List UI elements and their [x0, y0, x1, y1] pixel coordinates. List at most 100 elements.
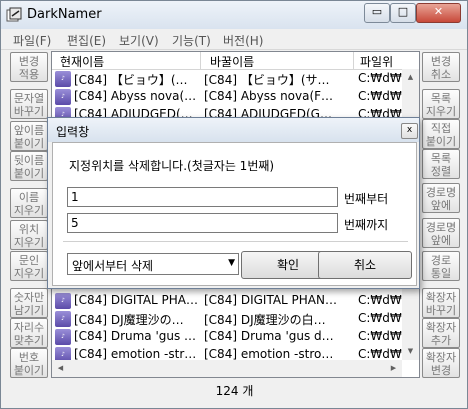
cell-current-name: [C84] emotion -str…	[74, 347, 197, 361]
clear-list-button[interactable]: 목록 지우기	[422, 89, 460, 119]
scroll-left-icon[interactable]: ◀	[53, 361, 68, 376]
scroll-right-icon[interactable]: ▶	[386, 361, 401, 376]
button-label: 위치	[18, 223, 40, 236]
button-label: 붙이기	[13, 364, 45, 377]
direct-paste-button[interactable]: 직접 붙이기	[422, 119, 460, 149]
menu-bar: 파일(F) 편집(E) 보기(V) 기능(T) 버전(H)	[1, 29, 467, 50]
sort-list-button[interactable]: 목록 정렬	[422, 149, 460, 179]
path-prefix-button[interactable]: 경로명 앞에	[422, 183, 460, 213]
end-position-field[interactable]: 5	[67, 213, 338, 233]
music-file-icon: ♪	[55, 71, 71, 87]
button-label: 뒷이름	[13, 154, 45, 167]
add-number-button[interactable]: 번호 붙이기	[10, 348, 48, 378]
music-file-icon: ♪	[55, 329, 71, 345]
dialog-title: 입력창	[56, 125, 90, 139]
button-label: 남기기	[13, 304, 45, 317]
title-bar: DarkNamer ▭ □ ✕	[1, 1, 467, 29]
chevron-down-icon: ▼	[228, 258, 235, 268]
app-icon	[6, 7, 22, 22]
pad-digits-button[interactable]: 자리수 맞추기	[10, 318, 48, 348]
erase-position-button[interactable]: 위치 지우기	[10, 220, 48, 250]
button-label: 문인	[18, 254, 40, 267]
button-label: 추가	[430, 334, 452, 347]
button-label: 붙이기	[13, 167, 45, 180]
cell-current-name: [C84] Abyss nova(…	[74, 89, 197, 103]
button-label: 경로명	[425, 186, 457, 199]
cancel-label: 취소	[353, 258, 377, 272]
button-label: 직접	[430, 122, 452, 135]
menu-view[interactable]: 보기(V)	[119, 32, 159, 49]
cell-new-name: [C84] DIGITAL PHAN…	[204, 293, 337, 307]
start-position-label: 번째부터	[344, 192, 389, 206]
menu-edit[interactable]: 편집(E)	[67, 32, 106, 49]
cell-new-name: [C84] Abyss nova(F…	[204, 89, 334, 103]
cell-path: C:₩d₩	[358, 347, 402, 361]
cell-current-name: [C84] 【ビョウ】(…	[74, 73, 188, 87]
button-label: 번호	[18, 351, 40, 364]
erase-chars-button[interactable]: 문인 지우기	[10, 251, 48, 281]
close-icon: x	[406, 125, 413, 135]
table-row[interactable]: ♪ [C84] 【ビョウ】(… [C84] 【ビョウ】(サ… C:₩d₩	[52, 70, 402, 88]
table-row[interactable]: ♪ [C84] DIGITAL PHA… [C84] DIGITAL PHAN……	[52, 292, 402, 310]
button-label: 목록	[430, 92, 452, 105]
change-extension-button[interactable]: 확장자 변경	[422, 348, 460, 378]
menu-version[interactable]: 버전(H)	[223, 32, 263, 49]
scroll-down-icon[interactable]: ▼	[403, 344, 418, 359]
suffix-button[interactable]: 뒷이름 붙이기	[10, 151, 48, 181]
scroll-up-icon[interactable]: ▲	[403, 70, 418, 85]
column-divider[interactable]	[353, 52, 354, 69]
button-label: 정렬	[430, 165, 452, 178]
button-label: 바꾸기	[425, 304, 457, 317]
dialog-title-bar: 입력창 x	[48, 118, 419, 142]
button-label: 지우기	[425, 105, 457, 118]
start-position-field[interactable]: 1	[67, 187, 338, 207]
horizontal-scrollbar[interactable]: ◀ ▶	[52, 360, 402, 377]
apply-change-button[interactable]: 변경 적용	[10, 52, 48, 82]
divider	[63, 241, 408, 242]
erase-name-button[interactable]: 이름 지우기	[10, 188, 48, 218]
cell-current-name: [C84] DJ魔理沙の…	[74, 313, 184, 327]
dialog-close-button[interactable]: x	[401, 123, 418, 139]
minimize-icon: ▭	[371, 5, 383, 18]
minimize-button[interactable]: ▭	[364, 3, 390, 23]
cell-current-name: [C84] Druma 'gus …	[74, 329, 197, 343]
end-position-label: 번째까지	[344, 218, 389, 232]
menu-tools[interactable]: 기능(T)	[172, 32, 211, 49]
button-label: 앞에	[430, 199, 452, 212]
column-divider[interactable]	[200, 52, 201, 69]
table-row[interactable]: ♪ [C84] Druma 'gus … [C84] Druma 'gus d……	[52, 328, 402, 346]
maximize-button[interactable]: □	[390, 3, 416, 23]
close-icon: ✕	[433, 5, 444, 18]
close-button[interactable]: ✕	[416, 3, 461, 23]
menu-file[interactable]: 파일(F)	[13, 32, 51, 49]
prefix-button[interactable]: 앞이름 붙이기	[10, 121, 48, 151]
path-prefix-2-button[interactable]: 경로명 앞에	[422, 218, 460, 248]
cancel-button[interactable]: 취소	[318, 251, 412, 279]
replace-extension-button[interactable]: 확장자 바꾸기	[422, 288, 460, 318]
button-label: 변경	[430, 55, 452, 68]
column-new-name[interactable]: 바꿀이름	[210, 53, 254, 70]
add-extension-button[interactable]: 확장자 추가	[422, 318, 460, 348]
music-file-icon: ♪	[55, 89, 71, 105]
button-label: 바꾸기	[13, 105, 45, 118]
button-label: 확장자	[425, 351, 457, 364]
main-window: DarkNamer ▭ □ ✕ 파일(F) 편집(E) 보기(V) 기능(T) …	[0, 0, 468, 409]
cell-path: C:₩d₩	[358, 329, 402, 343]
button-label: 숫자만	[13, 291, 45, 304]
button-label: 지우기	[13, 236, 45, 249]
unify-path-button[interactable]: 경로 통일	[422, 251, 460, 281]
cell-new-name: [C84] 【ビョウ】(サ…	[204, 73, 330, 87]
keep-numbers-button[interactable]: 숫자만 남기기	[10, 288, 48, 318]
delete-mode-value: 앞에서부터 삭제	[72, 259, 154, 273]
column-current-name[interactable]: 현재이름	[60, 53, 104, 70]
cancel-change-button[interactable]: 변경 취소	[422, 52, 460, 82]
table-row[interactable]: ♪ [C84] DJ魔理沙の… [C84] DJ魔理沙の白… C:₩d₩	[52, 310, 402, 328]
button-label: 자리수	[13, 321, 45, 334]
delete-mode-select[interactable]: 앞에서부터 삭제 ▼	[67, 253, 239, 275]
replace-string-button[interactable]: 문자열 바꾸기	[10, 89, 48, 119]
input-dialog: 입력창 x 지정위치를 삭제합니다.(첫글자는 1번째) 1 번째부터 5 번째…	[47, 117, 420, 289]
column-path[interactable]: 파일위	[360, 53, 393, 70]
dialog-prompt: 지정위치를 삭제합니다.(첫글자는 1번째)	[69, 159, 275, 173]
dialog-body: 지정위치를 삭제합니다.(첫글자는 1번째) 1 번째부터 5 번째까지 앞에서…	[52, 142, 417, 286]
table-row[interactable]: ♪ [C84] Abyss nova(… [C84] Abyss nova(F……	[52, 88, 402, 106]
